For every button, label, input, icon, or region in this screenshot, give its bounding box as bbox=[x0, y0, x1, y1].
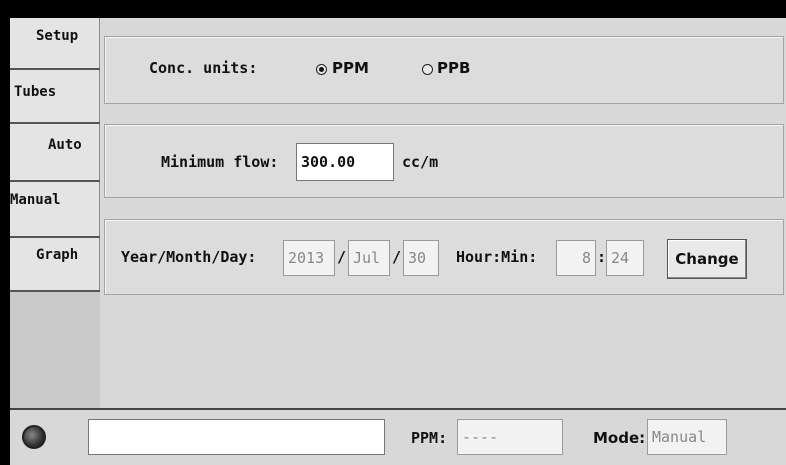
tab-manual[interactable]: Manual bbox=[10, 182, 100, 238]
flow-unit-label: cc/m bbox=[402, 153, 439, 171]
change-button[interactable]: Change bbox=[667, 239, 747, 279]
tab-auto-label: Auto bbox=[48, 137, 82, 153]
date-separator: / bbox=[392, 248, 402, 266]
time-label: Hour:Min: bbox=[456, 248, 538, 266]
status-message-field bbox=[88, 419, 385, 455]
tab-column: Setup Tubes Auto Manual Graph bbox=[10, 18, 100, 408]
min-flow-input[interactable]: 300.00 bbox=[296, 143, 394, 181]
tab-graph-label: Graph bbox=[36, 247, 79, 263]
tab-setup[interactable]: Setup bbox=[10, 18, 100, 70]
flow-panel: Minimum flow: 300.00 cc/m bbox=[104, 124, 784, 198]
tab-setup-label: Setup bbox=[36, 28, 79, 44]
day-field[interactable]: 30 bbox=[403, 240, 439, 276]
tab-divider bbox=[10, 290, 100, 292]
radio-ppb-label[interactable]: PPB bbox=[437, 59, 470, 77]
minute-field[interactable]: 24 bbox=[606, 240, 644, 276]
setup-content: Conc. units: PPM PPB Minimum flow: 300.0… bbox=[100, 18, 786, 408]
units-panel: Conc. units: PPM PPB bbox=[104, 36, 784, 104]
radio-ppm[interactable] bbox=[316, 64, 327, 75]
month-field[interactable]: Jul bbox=[348, 240, 390, 276]
tab-graph[interactable]: Graph bbox=[10, 238, 100, 292]
datetime-panel: Year/Month/Day: 2013 / Jul / 30 Hour:Min… bbox=[104, 219, 784, 295]
mode-label: Mode: bbox=[593, 429, 646, 447]
radio-ppb[interactable] bbox=[422, 64, 433, 75]
conc-units-label: Conc. units: bbox=[149, 59, 258, 77]
date-label: Year/Month/Day: bbox=[121, 248, 257, 266]
year-field[interactable]: 2013 bbox=[283, 240, 335, 276]
radio-ppm-label[interactable]: PPM bbox=[332, 59, 369, 77]
status-bar: PPM: ---- Mode: Manual bbox=[10, 408, 786, 465]
min-flow-label: Minimum flow: bbox=[161, 153, 279, 171]
hour-field[interactable]: 8 bbox=[556, 240, 596, 276]
tab-auto[interactable]: Auto bbox=[10, 124, 100, 182]
app-screen: Setup Tubes Auto Manual Graph Conc. unit… bbox=[10, 18, 786, 465]
mode-value-field: Manual bbox=[647, 419, 727, 455]
tab-tubes-label: Tubes bbox=[14, 84, 57, 100]
time-separator: : bbox=[597, 248, 607, 266]
tab-tubes[interactable]: Tubes bbox=[10, 70, 100, 124]
status-led-icon bbox=[22, 425, 46, 449]
date-separator: / bbox=[337, 248, 347, 266]
ppm-label: PPM: bbox=[411, 429, 448, 447]
tab-manual-label: Manual bbox=[10, 192, 61, 208]
ppm-value-field: ---- bbox=[457, 419, 563, 455]
